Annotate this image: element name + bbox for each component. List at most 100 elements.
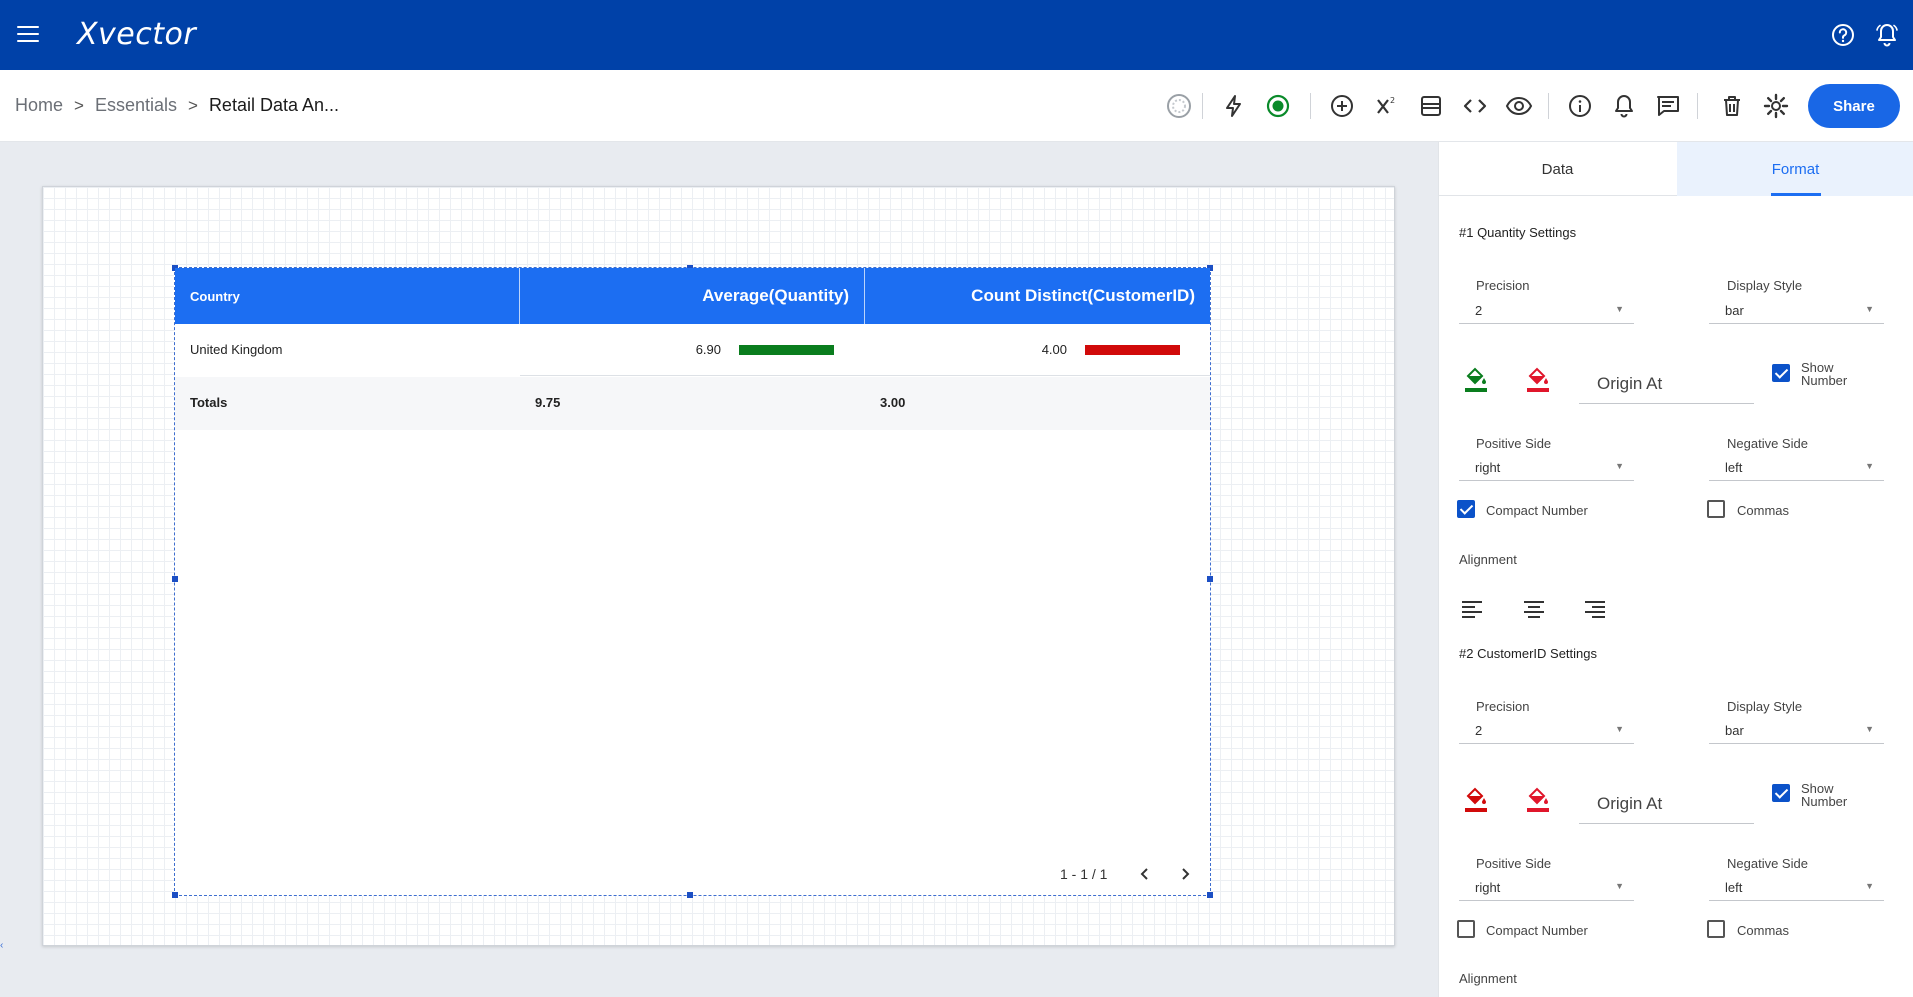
table-widget[interactable]: Country Average(Quantity) Count Distinct…	[172, 265, 1213, 898]
tab-data[interactable]: Data	[1439, 142, 1676, 196]
show-number-checkbox[interactable]	[1772, 784, 1790, 802]
resize-handle[interactable]	[172, 576, 178, 582]
layout-icon[interactable]	[1417, 92, 1445, 120]
format-panel: Data Format #1 Quantity Settings Precisi…	[1438, 142, 1913, 997]
breadcrumb-separator: >	[74, 95, 84, 115]
compact-number-checkbox[interactable]	[1457, 500, 1475, 518]
negative-color-bucket-icon[interactable]	[1525, 784, 1551, 814]
cell-country: United Kingdom	[190, 342, 283, 357]
totals-avg-quantity: 9.75	[535, 395, 561, 410]
cell-avg-quantity: 6.90	[695, 342, 721, 357]
formula-icon[interactable]: 2	[1373, 92, 1401, 120]
chevron-down-icon: ▼	[1615, 461, 1624, 471]
add-icon[interactable]	[1328, 92, 1356, 120]
positive-side-select[interactable]: right ▼	[1459, 877, 1634, 901]
positive-side-value: right	[1475, 460, 1501, 475]
notifications-icon[interactable]	[1874, 22, 1900, 48]
display-style-select[interactable]: bar ▼	[1709, 720, 1884, 744]
breadcrumb-home[interactable]: Home	[15, 95, 63, 116]
origin-at-input[interactable]: Origin At	[1579, 364, 1754, 404]
preview-eye-icon[interactable]	[1505, 92, 1533, 120]
pagination-text: 1 - 1 / 1	[1060, 866, 1108, 882]
commas-label: Commas	[1737, 503, 1790, 518]
live-status-icon[interactable]	[1264, 92, 1292, 120]
precision-select[interactable]: 2 ▼	[1459, 300, 1634, 324]
align-left-icon[interactable]	[1459, 598, 1485, 622]
chevron-down-icon: ▼	[1865, 304, 1874, 314]
compact-number-checkbox[interactable]	[1457, 920, 1475, 938]
positive-side-label: Positive Side	[1476, 856, 1552, 871]
customer-bar	[1085, 345, 1180, 355]
precision-value: 2	[1475, 723, 1483, 738]
origin-at-placeholder: Origin At	[1597, 794, 1663, 813]
align-right-icon[interactable]	[1582, 598, 1608, 622]
share-button[interactable]: Share	[1808, 84, 1900, 128]
lightning-icon[interactable]	[1220, 92, 1248, 120]
display-style-label: Display Style	[1727, 278, 1803, 293]
negative-side-label: Negative Side	[1727, 436, 1808, 451]
settings-gear-icon[interactable]	[1762, 92, 1790, 120]
breadcrumb: Home > Essentials > Retail Data An...	[15, 95, 339, 116]
negative-side-value: left	[1725, 460, 1743, 475]
compact-number-label: Compact Number	[1486, 923, 1588, 938]
pagination: 1 - 1 / 1	[1060, 864, 1210, 884]
origin-at-input[interactable]: Origin At	[1579, 784, 1754, 824]
commas-checkbox[interactable]	[1707, 500, 1725, 518]
positive-color-bucket-icon[interactable]	[1463, 784, 1489, 814]
info-icon[interactable]	[1566, 92, 1594, 120]
table-row[interactable]: United Kingdom 6.90 4.00	[175, 324, 1210, 376]
positive-color-bucket-icon[interactable]	[1463, 364, 1489, 394]
tab-format[interactable]: Format	[1677, 142, 1913, 196]
alert-bell-icon[interactable]	[1610, 92, 1638, 120]
positive-side-select[interactable]: right ▼	[1459, 457, 1634, 481]
precision-label: Precision	[1476, 699, 1530, 714]
chevron-down-icon: ▼	[1865, 881, 1874, 891]
totals-row: Totals 9.75 3.00	[175, 377, 1210, 430]
next-page-icon[interactable]	[1176, 865, 1194, 883]
precision-select[interactable]: 2 ▼	[1459, 720, 1634, 744]
collapse-marker[interactable]: ‹	[0, 940, 3, 951]
app-logo[interactable]: Xvector	[77, 17, 196, 52]
totals-label: Totals	[190, 395, 228, 410]
breadcrumb-essentials[interactable]: Essentials	[95, 95, 177, 116]
show-number-checkbox[interactable]	[1772, 364, 1790, 382]
resize-handle[interactable]	[1207, 892, 1213, 898]
display-style-select[interactable]: bar ▼	[1709, 300, 1884, 324]
breadcrumb-current: Retail Data An...	[208, 95, 340, 115]
breadcrumb-separator: >	[188, 95, 198, 115]
precision-value: 2	[1475, 303, 1483, 318]
toolbar: Home > Essentials > Retail Data An... 2	[0, 70, 1913, 142]
column-header-country[interactable]: Country	[175, 268, 520, 324]
delete-icon[interactable]	[1718, 92, 1746, 120]
origin-at-placeholder: Origin At	[1597, 374, 1663, 393]
menu-icon[interactable]	[17, 26, 39, 44]
top-app-bar: Xvector	[0, 0, 1913, 70]
cell-count-customer: 4.00	[1041, 342, 1067, 357]
chevron-down-icon: ▼	[1865, 461, 1874, 471]
totals-count-customer: 3.00	[880, 395, 906, 410]
help-icon[interactable]	[1830, 22, 1856, 48]
resize-handle[interactable]	[1207, 576, 1213, 582]
negative-side-select[interactable]: left ▼	[1709, 457, 1884, 481]
quantity-bar	[739, 345, 834, 355]
positive-side-label: Positive Side	[1476, 436, 1552, 451]
chevron-down-icon: ▼	[1865, 724, 1874, 734]
align-center-icon[interactable]	[1521, 598, 1547, 622]
commas-checkbox[interactable]	[1707, 920, 1725, 938]
negative-side-value: left	[1725, 880, 1743, 895]
comments-icon[interactable]	[1654, 92, 1682, 120]
code-icon[interactable]	[1461, 92, 1489, 120]
compact-number-label: Compact Number	[1486, 503, 1588, 518]
negative-color-bucket-icon[interactable]	[1525, 364, 1551, 394]
resize-handle[interactable]	[172, 892, 178, 898]
display-style-value: bar	[1725, 303, 1744, 318]
precision-label: Precision	[1476, 278, 1530, 293]
chevron-down-icon: ▼	[1615, 304, 1624, 314]
prev-page-icon[interactable]	[1136, 865, 1154, 883]
display-style-label: Display Style	[1727, 699, 1803, 714]
negative-side-select[interactable]: left ▼	[1709, 877, 1884, 901]
column-header-count-customer[interactable]: Count Distinct(CustomerID)	[865, 268, 1210, 324]
resize-handle[interactable]	[687, 892, 693, 898]
status-spinner-icon[interactable]	[1165, 92, 1193, 120]
column-header-average-quantity[interactable]: Average(Quantity)	[520, 268, 865, 324]
